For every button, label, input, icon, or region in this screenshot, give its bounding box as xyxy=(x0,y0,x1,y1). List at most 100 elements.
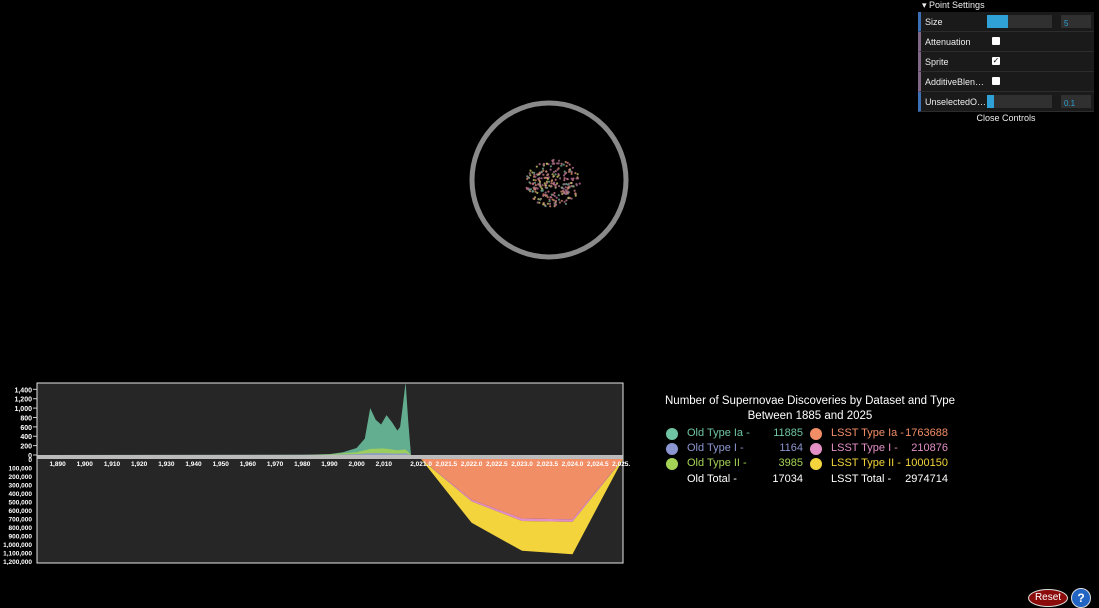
data-point xyxy=(560,164,563,167)
size-input[interactable]: 5 xyxy=(1061,15,1091,28)
unselected-opacity-slider[interactable] xyxy=(987,95,1052,108)
point-settings-title: Point Settings xyxy=(929,0,985,10)
data-point xyxy=(557,173,560,176)
discoveries-chart: 1,400 1,200 1,000 800 600 400 200 0 1,890 1,900 1,… xyxy=(3,382,630,566)
y-tick-label: 700,000 xyxy=(9,517,33,524)
x-tick-label: 2,010 xyxy=(376,461,393,468)
data-point xyxy=(563,179,566,182)
data-point xyxy=(546,202,550,205)
data-point xyxy=(526,175,529,178)
additive-blending-control: AdditiveBlending xyxy=(918,72,1094,92)
data-point xyxy=(525,186,528,189)
data-point xyxy=(547,190,550,193)
data-point xyxy=(554,173,557,176)
point-cloud xyxy=(525,158,581,208)
y-tick-label: 600,000 xyxy=(9,508,33,515)
data-point xyxy=(541,184,544,187)
additive-blending-checkbox[interactable] xyxy=(992,77,1000,85)
attenuation-label: Attenuation xyxy=(925,37,971,47)
x-tick-label: 1,890 xyxy=(49,461,66,468)
data-point xyxy=(541,189,544,192)
data-point xyxy=(574,172,577,175)
data-point xyxy=(565,199,568,202)
data-point xyxy=(567,191,571,194)
legend-lsst-2-swatch xyxy=(810,458,822,470)
data-point xyxy=(538,180,542,183)
legend-lsst-1-value: 210876 xyxy=(911,442,948,454)
data-point xyxy=(539,198,542,201)
sprite-checkbox[interactable]: ✓ xyxy=(992,57,1000,65)
attenuation-checkbox[interactable] xyxy=(992,37,1000,45)
size-slider-fill xyxy=(987,15,1009,28)
legend-old-1-value: 1164 xyxy=(779,442,803,454)
data-point xyxy=(554,170,557,173)
data-point xyxy=(538,163,541,166)
point-settings-folder[interactable]: ▾ Point Settings xyxy=(918,0,1094,12)
data-point xyxy=(549,205,552,208)
data-point xyxy=(562,163,565,166)
data-point xyxy=(559,177,562,180)
y-tick-label: 900,000 xyxy=(9,534,33,541)
data-point xyxy=(548,202,552,205)
data-point xyxy=(526,177,529,180)
x-tick-label: 2,023.0 xyxy=(511,461,533,468)
data-point xyxy=(538,171,541,174)
x-tick-label: 2,000 xyxy=(348,461,365,468)
size-slider[interactable] xyxy=(987,15,1052,28)
data-point xyxy=(560,199,563,202)
x-tick-label: 1,940 xyxy=(185,461,202,468)
data-point xyxy=(556,175,559,178)
data-point xyxy=(570,181,573,185)
data-point xyxy=(570,172,573,175)
data-point xyxy=(542,203,545,206)
legend-lsst-2-label: LSST Type II - xyxy=(831,457,901,469)
legend-lsst-1-swatch xyxy=(810,443,822,455)
data-point xyxy=(547,173,550,176)
help-button[interactable]: ? xyxy=(1071,588,1091,608)
data-point xyxy=(536,173,539,176)
data-point xyxy=(567,196,570,199)
close-controls-button[interactable]: Close Controls xyxy=(918,112,1094,125)
data-point xyxy=(545,194,549,197)
data-point xyxy=(563,200,566,203)
y-tick-label: 1,000 xyxy=(14,406,32,413)
legend-old-2-value: 3985 xyxy=(778,457,803,469)
data-point xyxy=(560,162,563,165)
old-total-value: 17034 xyxy=(772,473,803,485)
legend-lsst-1-label: LSST Type I - xyxy=(831,442,898,454)
data-point xyxy=(551,159,554,162)
data-point xyxy=(556,168,559,171)
reset-button[interactable]: Reset xyxy=(1028,589,1068,607)
data-point xyxy=(540,177,543,180)
data-point xyxy=(553,205,556,208)
size-label: Size xyxy=(925,17,943,27)
data-point xyxy=(564,172,567,175)
data-point xyxy=(528,181,531,184)
data-point xyxy=(535,165,538,168)
data-point xyxy=(575,184,578,187)
data-point xyxy=(565,164,568,168)
data-point xyxy=(556,182,559,185)
data-point xyxy=(557,159,561,162)
data-point xyxy=(564,186,567,189)
data-point xyxy=(570,170,573,173)
data-point xyxy=(551,179,554,182)
additive-blending-label: AdditiveBlending xyxy=(925,77,987,87)
legend-subtitle: Between 1885 and 2025 xyxy=(747,410,873,422)
old-total-label: Old Total - xyxy=(687,473,737,485)
data-point xyxy=(534,196,537,199)
data-point xyxy=(553,202,556,205)
legend-lsst-0-swatch xyxy=(810,428,822,440)
unselected-opacity-input[interactable]: 0.1 xyxy=(1061,95,1091,108)
data-point xyxy=(543,182,546,185)
data-point xyxy=(534,179,537,182)
data-point xyxy=(574,194,577,197)
data-point xyxy=(576,173,579,176)
size-control: Size 5 xyxy=(918,12,1094,32)
x-tick-label: 2,021.0 xyxy=(410,461,432,468)
data-point xyxy=(529,169,532,172)
data-point xyxy=(551,173,554,176)
data-point xyxy=(532,175,536,178)
y-tick-label: 1,100,000 xyxy=(3,551,32,558)
data-point xyxy=(550,182,553,185)
